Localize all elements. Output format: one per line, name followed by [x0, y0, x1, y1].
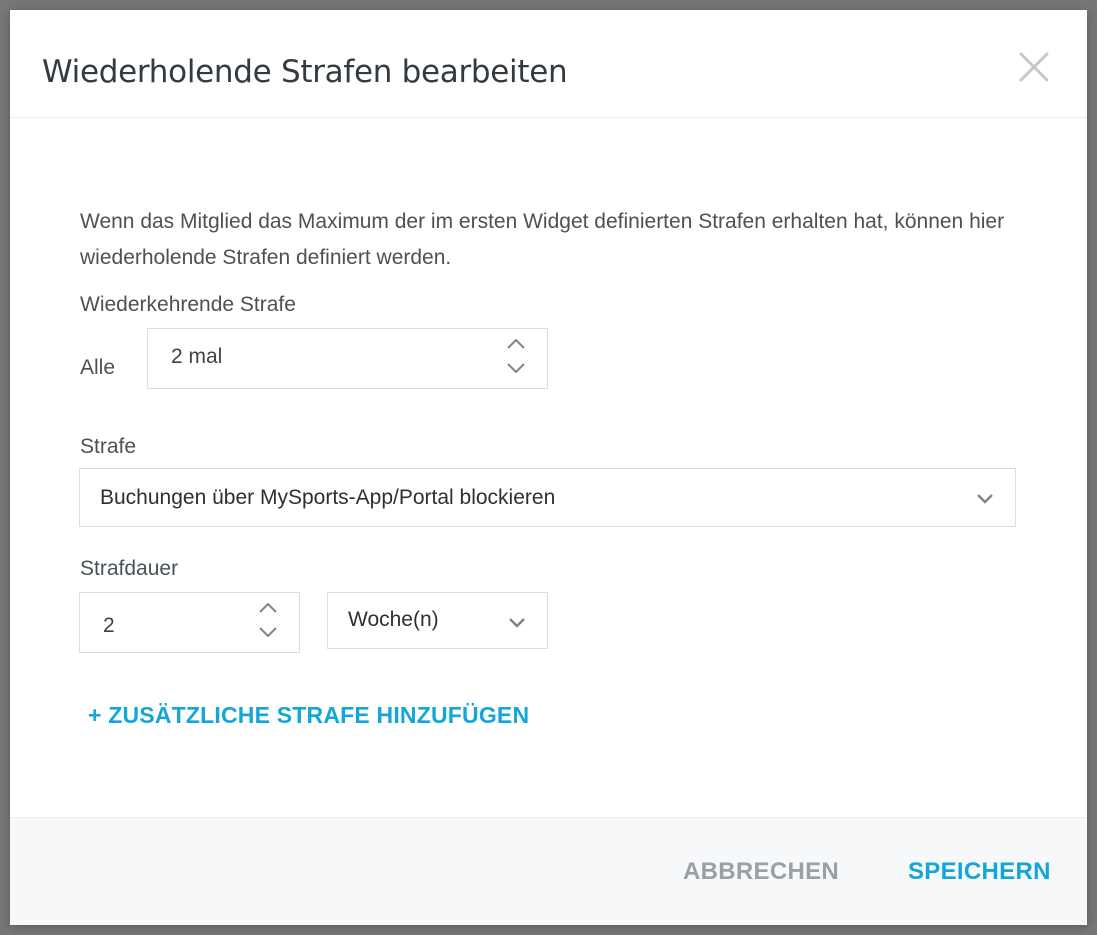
recurrence-count-value: 2 mal [171, 345, 223, 368]
every-label: Alle [80, 356, 116, 379]
chevron-down-icon[interactable] [503, 359, 529, 377]
save-button[interactable]: SPEICHERN [908, 858, 1051, 886]
penalty-select[interactable]: Buchungen über MySports-App/Portal block… [79, 468, 1016, 527]
close-button[interactable] [1010, 46, 1056, 92]
chevron-down-icon [977, 494, 993, 504]
dialog-title: Wiederholende Strafen bearbeiten [42, 54, 568, 90]
penalty-label: Strafe [80, 435, 137, 458]
duration-unit-select[interactable]: Woche(n) [327, 592, 548, 649]
duration-label: Strafdauer [80, 557, 179, 580]
duration-unit-value: Woche(n) [348, 608, 439, 631]
recurring-penalty-label: Wiederkehrende Strafe [80, 293, 296, 316]
dialog-header: Wiederholende Strafen bearbeiten [10, 10, 1087, 118]
dialog-body: Wenn das Mitglied das Maximum der im ers… [10, 118, 1087, 817]
chevron-down-icon [509, 618, 525, 628]
duration-stepper-controls [255, 599, 281, 641]
dialog-description: Wenn das Mitglied das Maximum der im ers… [80, 210, 1005, 269]
dialog-footer: ABBRECHEN SPEICHERN [10, 817, 1087, 925]
chevron-up-icon[interactable] [503, 335, 529, 353]
duration-amount-stepper[interactable]: 2 [79, 592, 300, 653]
penalty-selected-value: Buchungen über MySports-App/Portal block… [100, 486, 556, 509]
close-icon [1019, 52, 1049, 82]
recurrence-stepper-controls [503, 335, 529, 377]
duration-amount-value: 2 [103, 614, 115, 637]
chevron-up-icon[interactable] [255, 599, 281, 617]
add-additional-penalty-link[interactable]: + ZUSÄTZLICHE STRAFE HINZUFÜGEN [88, 702, 529, 729]
edit-recurring-penalties-dialog: Wiederholende Strafen bearbeiten Wenn da… [10, 10, 1087, 925]
recurrence-count-stepper[interactable]: 2 mal [147, 328, 548, 389]
cancel-button[interactable]: ABBRECHEN [683, 858, 839, 886]
chevron-down-icon[interactable] [255, 623, 281, 641]
